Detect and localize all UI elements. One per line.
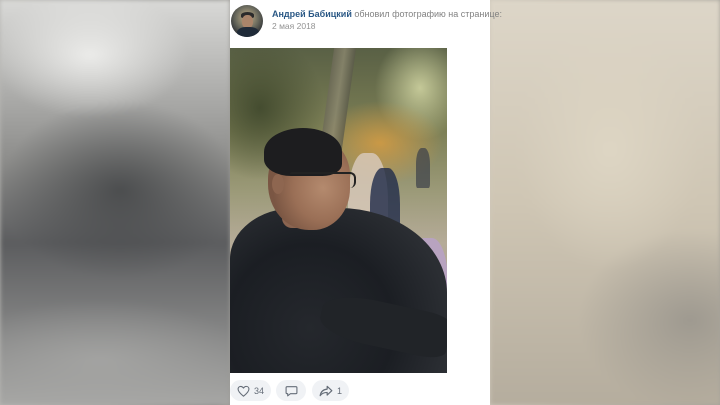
post-card: Андрей Бабицкий обновил фотографию на ст… <box>230 0 502 405</box>
share-arrow-icon <box>319 385 333 397</box>
likes-count: 34 <box>253 385 264 396</box>
photo-man-ear <box>272 174 284 194</box>
share-button[interactable]: 1 <box>312 380 349 401</box>
blurred-background-right <box>490 0 720 405</box>
shares-count: 1 <box>336 385 342 396</box>
post-header: Андрей Бабицкий обновил фотографию на ст… <box>272 9 502 20</box>
like-button[interactable]: 34 <box>230 380 271 401</box>
photo-man-hair <box>264 128 342 176</box>
comment-icon <box>285 385 298 397</box>
post-photo[interactable] <box>230 48 447 373</box>
photo-man-glasses <box>290 172 356 188</box>
post-action-text: обновил фотографию на странице: <box>354 9 502 19</box>
heart-icon <box>237 385 250 397</box>
comment-button[interactable] <box>276 380 306 401</box>
photo-background-person <box>416 148 430 188</box>
post-action-bar: 34 1 <box>230 378 490 405</box>
blurred-background-left <box>0 0 230 405</box>
author-name-link[interactable]: Андрей Бабицкий <box>272 9 352 19</box>
author-avatar[interactable] <box>231 5 263 37</box>
post-date[interactable]: 2 мая 2018 <box>272 21 316 32</box>
avatar-body <box>237 27 259 37</box>
